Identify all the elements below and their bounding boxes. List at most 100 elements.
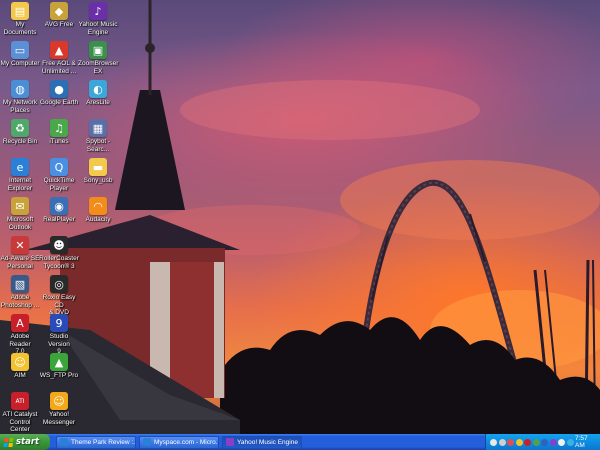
rollercoaster-tycoon-icon: ☻ [50, 236, 68, 254]
yahoo-music-icon: ♪ [89, 2, 107, 20]
photoshop-icon: ▧ [11, 275, 29, 293]
recycle-bin-icon: ♻ [11, 119, 29, 137]
adobe-reader-icon: A [11, 314, 29, 332]
taskbar-button[interactable]: Yahoo! Music Engine [222, 435, 302, 449]
audacity-icon: ◠ [89, 197, 107, 215]
display-tray-icon[interactable] [566, 438, 574, 446]
taskbar-button[interactable]: Myspace.com - Micro... [139, 435, 219, 449]
desktop-icon-label: Internet Explorer [7, 177, 33, 192]
desktop-icon-yahoo-messenger[interactable]: ☺ Yahoo! Messenger [39, 392, 79, 426]
areslite-icon: ◐ [89, 80, 107, 98]
taskbar-button-label: Theme Park Review :... [71, 438, 136, 446]
desktop-icon-spybot[interactable]: ▦ Spybot - Searc... [78, 119, 118, 153]
spybot-icon: ▦ [89, 119, 107, 137]
desktop-icon-internet-explorer[interactable]: e Internet Explorer [0, 158, 40, 192]
desktop-icon-google-earth[interactable]: ● Google Earth [39, 80, 79, 107]
desktop-icon-label: Spybot - Searc... [85, 138, 111, 153]
desktop-icon-yahoo-music[interactable]: ♪ Yahoo! Music Engine [78, 2, 118, 36]
start-button[interactable]: start [0, 434, 50, 450]
ws-ftp-icon: ▲ [50, 353, 68, 371]
desktop-icon-label: Audacity [85, 216, 111, 223]
desktop-icon-zoombrowser[interactable]: ▣ ZoomBrowser EX [78, 41, 118, 75]
aol-icon: ▲ [50, 41, 68, 59]
volume-tray-icon[interactable] [498, 438, 506, 446]
desktop-icon-label: My Documents [3, 21, 37, 36]
outlook-icon: ✉ [11, 197, 29, 215]
roxio-icon: ◎ [50, 275, 68, 293]
desktop-icon-label: Free AOL & Unlimited ... [41, 60, 77, 75]
taskbar: start Theme Park Review :... Myspace.com … [0, 434, 600, 450]
adaware-icon: ✕ [11, 236, 29, 254]
desktop-icon-studio[interactable]: 9 Studio Version 9 [39, 314, 79, 356]
desktop-icon-adaware[interactable]: ✕ Ad-Aware SE Personal [0, 236, 40, 270]
desktop-icon-itunes[interactable]: ♫ iTunes [39, 119, 79, 146]
desktop-icon-avg-shield[interactable]: ◆ AVG Free [39, 2, 79, 29]
desktop-icon-label: Recycle Bin [2, 138, 38, 145]
taskbar-button-label: Yahoo! Music Engine [237, 438, 298, 446]
avg-shield-icon: ◆ [50, 2, 68, 20]
desktop-icon-folder[interactable]: ▬ Sony_usb [78, 158, 118, 185]
taskbar-button[interactable]: Theme Park Review :... [56, 435, 136, 449]
network-tray-icon[interactable] [490, 438, 497, 446]
desktop-icon-outlook[interactable]: ✉ Microsoft Outlook [0, 197, 40, 231]
desktop-icon-label: Ad-Aware SE Personal [0, 255, 40, 270]
desktop-icon-photoshop[interactable]: ▧ Adobe Photoshop ... [0, 275, 40, 309]
windows-logo-icon [3, 437, 14, 447]
music-tray-icon[interactable] [549, 438, 557, 446]
window-app-icon [60, 438, 68, 446]
desktop-icon-label: Google Earth [39, 99, 79, 106]
desktop-icon-quicktime[interactable]: Q QuickTime Player [39, 158, 79, 192]
desktop-icon-label: Adobe Photoshop ... [0, 294, 40, 309]
antivirus-tray-icon[interactable] [541, 438, 548, 446]
update-tray-icon[interactable] [532, 438, 540, 446]
taskbar-buttons: Theme Park Review :... Myspace.com - Micr… [56, 435, 302, 449]
desktop-icon-label: Yahoo! Music Engine [78, 21, 118, 36]
taskbar-button-label: Myspace.com - Micro... [154, 438, 219, 446]
clock[interactable]: 7:57 AM [575, 435, 600, 449]
desktop-icon-label: ATI Catalyst Control Center [2, 411, 38, 433]
desktop-icon-label: ZoomBrowser EX [78, 60, 119, 75]
desktop-icon-grid: ▤ My Documents ◆ AVG Free ♪ Yahoo! Music Engi… [0, 0, 120, 434]
desktop-icon-recycle-bin[interactable]: ♻ Recycle Bin [0, 119, 40, 146]
google-earth-icon: ● [50, 80, 68, 98]
desktop-icon-label: iTunes [49, 138, 69, 145]
desktop-icon-realplayer[interactable]: ◉ RealPlayer [39, 197, 79, 224]
start-label: start [16, 437, 40, 447]
desktop-icon-ws-ftp[interactable]: ▲ WS_FTP Pro [39, 353, 79, 380]
tray-icons [490, 438, 574, 446]
desktop-icon-label: AVG Free [44, 21, 74, 28]
ati-catalyst-icon: ATI [11, 392, 29, 410]
desktop-icon-folder-documents[interactable]: ▤ My Documents [0, 2, 40, 36]
ati-tray-icon[interactable] [524, 438, 531, 446]
computer-icon: ▭ [11, 41, 29, 59]
desktop-icon-network-places[interactable]: ◍ My Network Places [0, 80, 40, 114]
shield-tray-icon[interactable] [507, 438, 514, 446]
zoombrowser-icon: ▣ [89, 41, 107, 59]
itunes-icon: ♫ [50, 119, 68, 137]
desktop-icon-ati-catalyst[interactable]: ATI ATI Catalyst Control Center [0, 392, 40, 434]
desktop-wallpaper[interactable]: ▤ My Documents ◆ AVG Free ♪ Yahoo! Music Engi… [0, 0, 600, 434]
window-app-icon [143, 438, 151, 446]
window-app-icon [226, 438, 234, 446]
desktop-icon-label: My Network Places [2, 99, 38, 114]
desktop-icon-adobe-reader[interactable]: A Adobe Reader 7.0 [0, 314, 40, 356]
desktop-icon-label: RealPlayer [43, 216, 75, 223]
desktop-icon-label: RollerCoaster Tycoon® 3 [39, 255, 79, 270]
desktop-icon-audacity[interactable]: ◠ Audacity [78, 197, 118, 224]
folder-icon: ▬ [89, 158, 107, 176]
desktop-icon-label: AIM [14, 372, 26, 379]
security-tray-icon[interactable] [558, 438, 565, 446]
desktop-icon-rollercoaster-tycoon[interactable]: ☻ RollerCoaster Tycoon® 3 [39, 236, 79, 270]
desktop-icon-aim[interactable]: ☺ AIM [0, 353, 40, 380]
desktop-icon-label: Sony_usb [83, 177, 113, 184]
studio-icon: 9 [50, 314, 68, 332]
desktop-icon-computer[interactable]: ▭ My Computer [0, 41, 40, 68]
messenger-tray-icon[interactable] [515, 438, 523, 446]
desktop-icon-aol[interactable]: ▲ Free AOL & Unlimited ... [39, 41, 79, 75]
desktop-icon-label: WS_FTP Pro [39, 372, 79, 379]
desktop-icon-areslite[interactable]: ◐ AresLite [78, 80, 118, 107]
desktop-icon-label: Microsoft Outlook [6, 216, 34, 231]
network-places-icon: ◍ [11, 80, 29, 98]
desktop-icon-label: My Computer [0, 60, 40, 67]
quicktime-icon: Q [50, 158, 68, 176]
